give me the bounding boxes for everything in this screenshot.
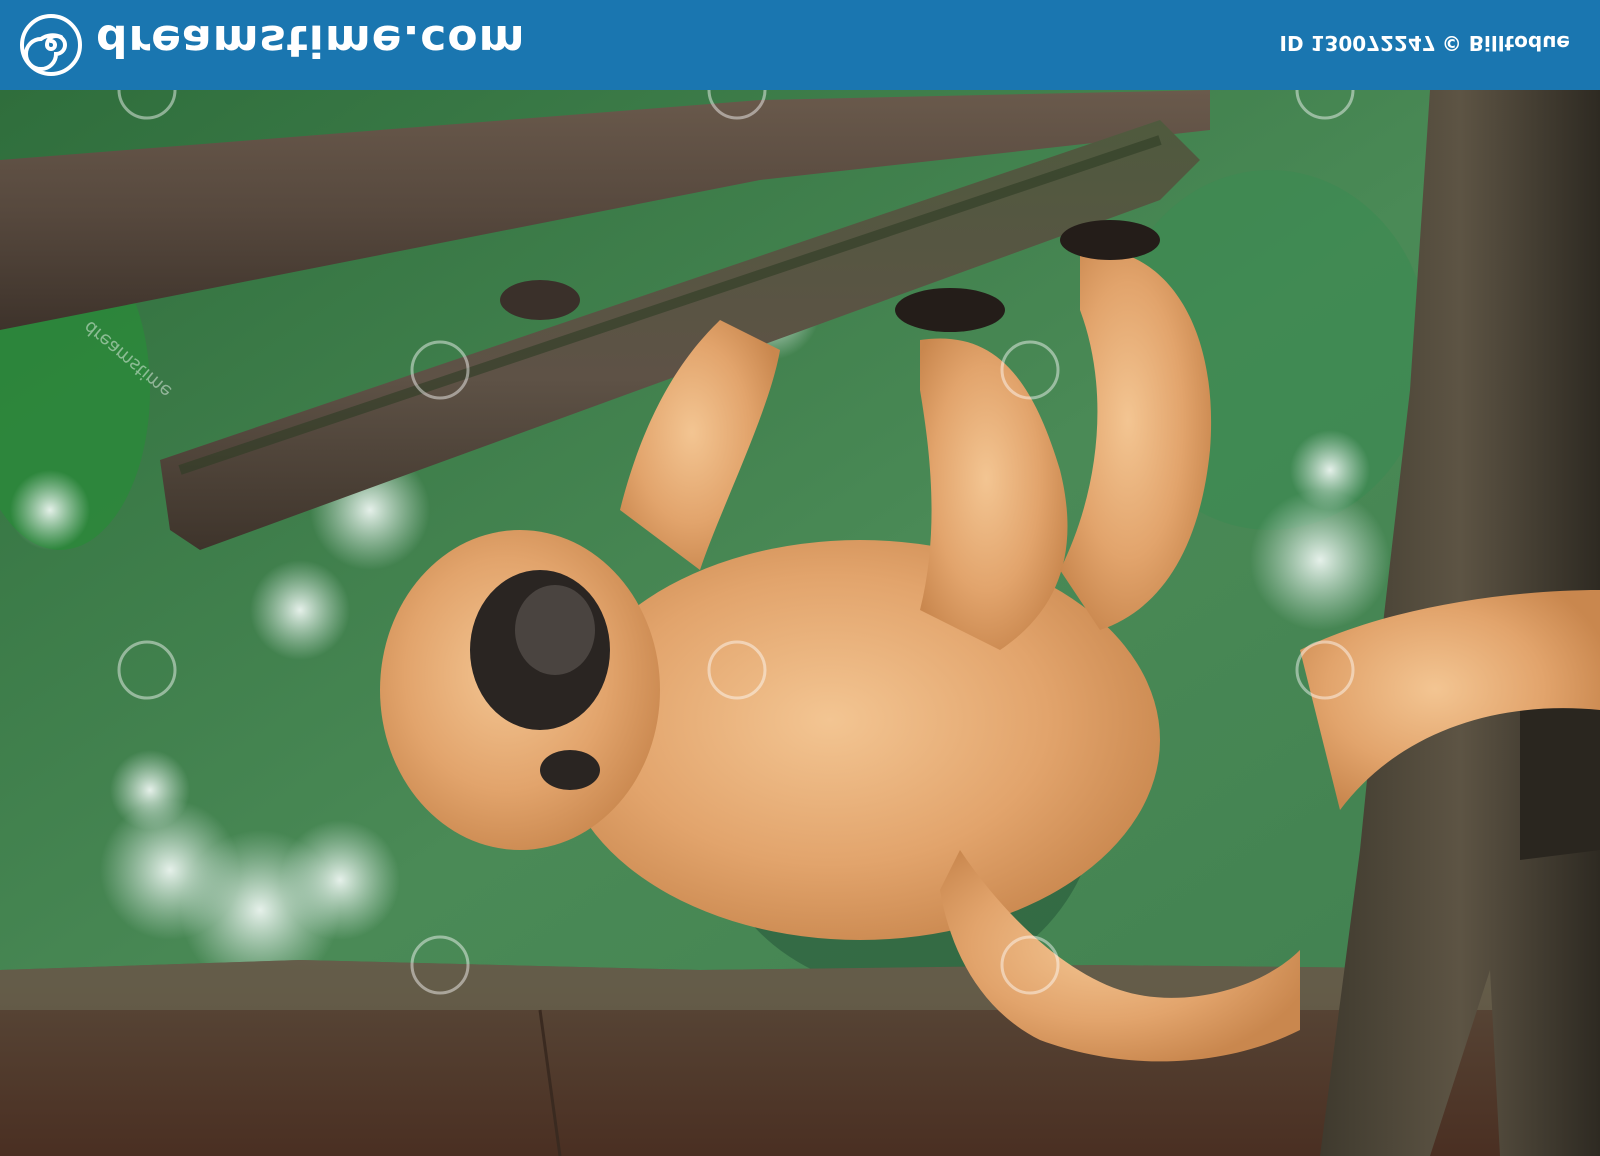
spiral-logo-icon[interactable]: [20, 14, 82, 76]
photo: dreamstime: [0, 90, 1600, 1156]
gibbon-photo: dreamstime: [0, 90, 1600, 1156]
header-bar: dreamstime.com ID 130072247 © Billtodue: [0, 0, 1600, 90]
image-credit: ID 130072247 © Billtodue: [1274, 26, 1570, 60]
brand-logo-text[interactable]: dreamstime.com: [96, 8, 525, 72]
copyright-owner: © Billtodue: [1441, 31, 1570, 55]
image-id: ID 130072247: [1279, 31, 1436, 55]
